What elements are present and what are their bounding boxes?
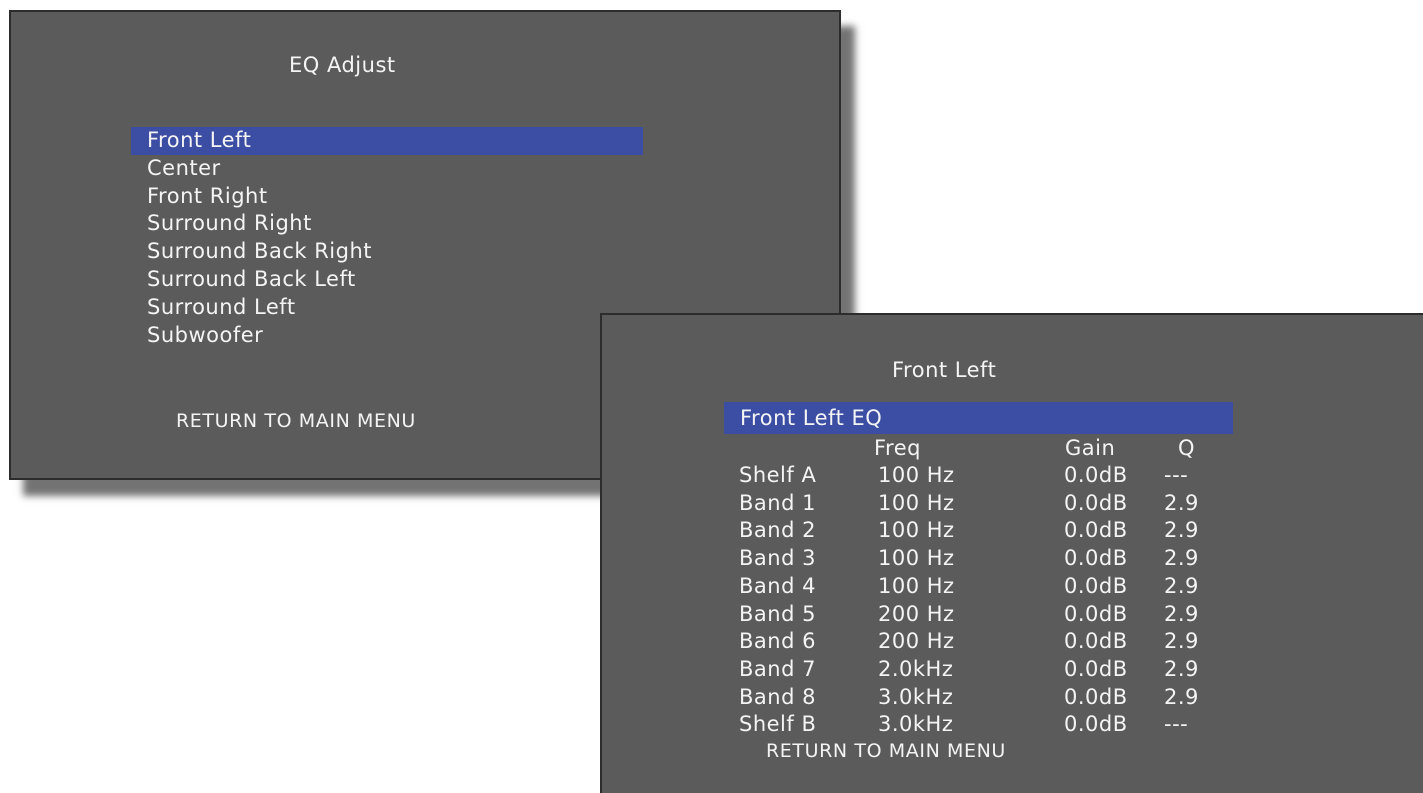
band-gain[interactable]: 0.0dB: [1064, 517, 1128, 545]
band-name[interactable]: Band 2: [739, 517, 816, 545]
channel-item-surround-back-right[interactable]: Surround Back Right: [131, 238, 643, 266]
band-q[interactable]: 2.9: [1164, 684, 1199, 712]
channel-item-surround-left[interactable]: Surround Left: [131, 294, 643, 322]
eq-band-table: Freq Gain Q Shelf A 100 Hz 0.0dB --- Ban…: [602, 315, 1423, 793]
band-name[interactable]: Band 8: [739, 684, 816, 712]
band-name[interactable]: Band 5: [739, 601, 816, 629]
channel-list: Front Left Center Front Right Surround R…: [131, 127, 643, 349]
band-freq[interactable]: 100 Hz: [878, 462, 955, 490]
band-q[interactable]: 2.9: [1164, 656, 1199, 684]
band-freq[interactable]: 100 Hz: [878, 517, 955, 545]
front-left-eq-panel: Front Left Front Left EQ Freq Gain Q She…: [600, 313, 1423, 793]
band-q[interactable]: 2.9: [1164, 628, 1199, 656]
band-gain[interactable]: 0.0dB: [1064, 628, 1128, 656]
band-q[interactable]: 2.9: [1164, 490, 1199, 518]
band-name[interactable]: Band 7: [739, 656, 816, 684]
band-name[interactable]: Shelf B: [739, 711, 816, 739]
band-q[interactable]: 2.9: [1164, 545, 1199, 573]
band-name[interactable]: Band 3: [739, 545, 816, 573]
band-name[interactable]: Band 1: [739, 490, 816, 518]
channel-item-front-right[interactable]: Front Right: [131, 183, 643, 211]
band-gain[interactable]: 0.0dB: [1064, 490, 1128, 518]
band-freq[interactable]: 100 Hz: [878, 573, 955, 601]
band-freq[interactable]: 100 Hz: [878, 545, 955, 573]
band-q[interactable]: ---: [1164, 711, 1188, 739]
band-q[interactable]: 2.9: [1164, 573, 1199, 601]
band-q[interactable]: 2.9: [1164, 601, 1199, 629]
channel-item-center[interactable]: Center: [131, 155, 643, 183]
band-gain[interactable]: 0.0dB: [1064, 601, 1128, 629]
band-q[interactable]: 2.9: [1164, 517, 1199, 545]
band-name[interactable]: Shelf A: [739, 462, 816, 490]
band-freq[interactable]: 200 Hz: [878, 601, 955, 629]
band-gain[interactable]: 0.0dB: [1064, 684, 1128, 712]
return-to-main-menu-button[interactable]: RETURN TO MAIN MENU: [176, 410, 416, 432]
channel-item-front-left[interactable]: Front Left: [131, 127, 643, 155]
band-gain[interactable]: 0.0dB: [1064, 656, 1128, 684]
band-name[interactable]: Band 4: [739, 573, 816, 601]
eq-adjust-title: EQ Adjust: [289, 53, 396, 77]
band-gain[interactable]: 0.0dB: [1064, 711, 1128, 739]
band-gain[interactable]: 0.0dB: [1064, 462, 1128, 490]
band-freq[interactable]: 200 Hz: [878, 628, 955, 656]
band-name[interactable]: Band 6: [739, 628, 816, 656]
band-freq[interactable]: 2.0kHz: [878, 656, 953, 684]
band-gain[interactable]: 0.0dB: [1064, 545, 1128, 573]
column-header-q: Q: [1178, 436, 1196, 460]
band-freq[interactable]: 3.0kHz: [878, 711, 953, 739]
channel-item-subwoofer[interactable]: Subwoofer: [131, 322, 643, 350]
channel-item-surround-back-left[interactable]: Surround Back Left: [131, 266, 643, 294]
column-header-freq: Freq: [874, 436, 921, 460]
channel-item-surround-right[interactable]: Surround Right: [131, 210, 643, 238]
band-gain[interactable]: 0.0dB: [1064, 573, 1128, 601]
band-freq[interactable]: 3.0kHz: [878, 684, 953, 712]
column-header-gain: Gain: [1065, 436, 1116, 460]
band-freq[interactable]: 100 Hz: [878, 490, 955, 518]
band-q[interactable]: ---: [1164, 462, 1188, 490]
return-to-main-menu-button[interactable]: RETURN TO MAIN MENU: [766, 740, 1006, 762]
